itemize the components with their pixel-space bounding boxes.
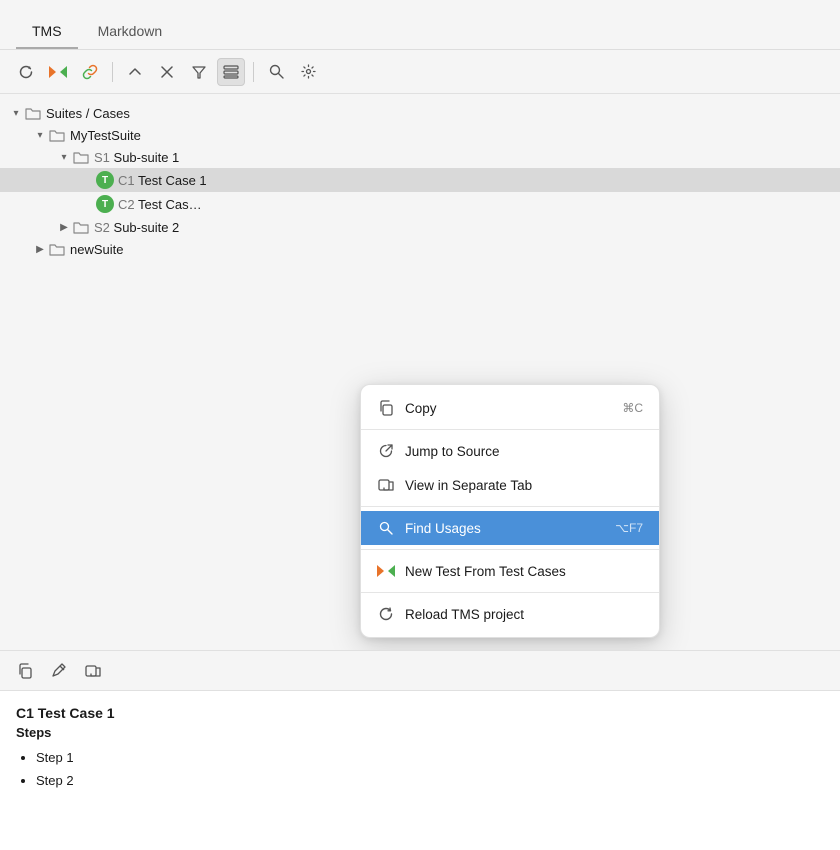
detail-steps-label: Steps — [16, 725, 824, 740]
tree-node-s2[interactable]: ▶ S2 Sub-suite 2 — [0, 216, 840, 238]
s2-label: S2 Sub-suite 2 — [94, 220, 179, 235]
menu-divider-3 — [361, 549, 659, 550]
tree-node-c1[interactable]: ▾ T C1 Test Case 1 — [0, 168, 840, 192]
root-folder-icon — [24, 106, 42, 120]
newsuite-folder-icon — [48, 242, 66, 256]
detail-step-1: Step 1 — [36, 746, 824, 769]
copy-shortcut: ⌘C — [622, 401, 643, 415]
s2-folder-icon — [72, 220, 90, 234]
find-label: Find Usages — [405, 521, 481, 536]
find-icon — [377, 519, 395, 537]
link-button[interactable] — [76, 58, 104, 86]
mytestsuite-folder-icon — [48, 128, 66, 142]
mytestsuite-chevron: ▾ — [32, 127, 48, 143]
root-label: Suites / Cases — [46, 106, 130, 121]
refresh-button[interactable] — [12, 58, 40, 86]
filter-button[interactable] — [185, 58, 213, 86]
s2-chevron: ▶ — [56, 219, 72, 235]
menu-item-new-test[interactable]: New Test From Test Cases — [361, 554, 659, 588]
menu-divider-2 — [361, 506, 659, 507]
tab-bar: TMS Markdown — [0, 0, 840, 50]
c2-label: C2 Test Cas… — [118, 197, 202, 212]
copy-icon — [377, 399, 395, 417]
s1-folder-icon — [72, 150, 90, 164]
divider-1 — [112, 62, 113, 82]
menu-item-find-usages[interactable]: Find Usages ⌥F7 — [361, 511, 659, 545]
c1-label: C1 Test Case 1 — [118, 173, 207, 188]
s1-chevron: ▾ — [56, 149, 72, 165]
newsuite-label: newSuite — [70, 242, 123, 257]
s1-label: S1 Sub-suite 1 — [94, 150, 179, 165]
tree-node-mytestsuite[interactable]: ▾ MyTestSuite — [0, 124, 840, 146]
tree-root[interactable]: ▾ Suites / Cases — [0, 102, 840, 124]
menu-divider-1 — [361, 429, 659, 430]
list-view-button[interactable] — [217, 58, 245, 86]
copy-btn[interactable] — [12, 658, 38, 684]
bottom-toolbar — [0, 650, 840, 690]
newsuite-chevron: ▶ — [32, 241, 48, 257]
menu-divider-4 — [361, 592, 659, 593]
jump-icon — [377, 442, 395, 460]
edit-btn[interactable] — [46, 658, 72, 684]
menu-item-view-separate[interactable]: View in Separate Tab — [361, 468, 659, 502]
c2-badge: T — [96, 195, 114, 213]
detail-area: C1 Test Case 1 Steps Step 1 Step 2 — [0, 690, 840, 850]
toolbar — [0, 50, 840, 94]
divider-2 — [253, 62, 254, 82]
view-label: View in Separate Tab — [405, 478, 532, 493]
collapse-button[interactable] — [153, 58, 181, 86]
tab-tms[interactable]: TMS — [16, 13, 78, 49]
arrows-button[interactable] — [44, 58, 72, 86]
search-button[interactable] — [262, 58, 290, 86]
tree-area: ▾ Suites / Cases ▾ MyTestSuite ▾ — [0, 94, 840, 650]
main-panel: TMS Markdown — [0, 0, 840, 850]
detail-steps-list: Step 1 Step 2 — [16, 746, 824, 793]
detail-step-2: Step 2 — [36, 769, 824, 792]
copy-label: Copy — [405, 401, 437, 416]
view-icon — [377, 476, 395, 494]
new-test-icon — [377, 562, 395, 580]
reload-label: Reload TMS project — [405, 607, 524, 622]
menu-item-jump-to-source[interactable]: Jump to Source — [361, 434, 659, 468]
context-menu: Copy ⌘C Jump to Source — [360, 384, 660, 638]
menu-item-copy[interactable]: Copy ⌘C — [361, 391, 659, 425]
jump-label: Jump to Source — [405, 444, 500, 459]
detail-title: C1 Test Case 1 — [16, 705, 824, 721]
c1-badge: T — [96, 171, 114, 189]
expand-button[interactable] — [121, 58, 149, 86]
tree-node-newsuite[interactable]: ▶ newSuite — [0, 238, 840, 260]
tab-markdown[interactable]: Markdown — [82, 13, 179, 49]
find-shortcut: ⌥F7 — [615, 521, 643, 535]
view-source-btn[interactable] — [80, 658, 106, 684]
new-test-label: New Test From Test Cases — [405, 564, 566, 579]
root-chevron: ▾ — [8, 105, 24, 121]
settings-button[interactable] — [294, 58, 322, 86]
mytestsuite-label: MyTestSuite — [70, 128, 141, 143]
tree-node-s1[interactable]: ▾ S1 Sub-suite 1 — [0, 146, 840, 168]
reload-icon — [377, 605, 395, 623]
menu-item-reload[interactable]: Reload TMS project — [361, 597, 659, 631]
tree-node-c2[interactable]: ▾ T C2 Test Cas… — [0, 192, 840, 216]
